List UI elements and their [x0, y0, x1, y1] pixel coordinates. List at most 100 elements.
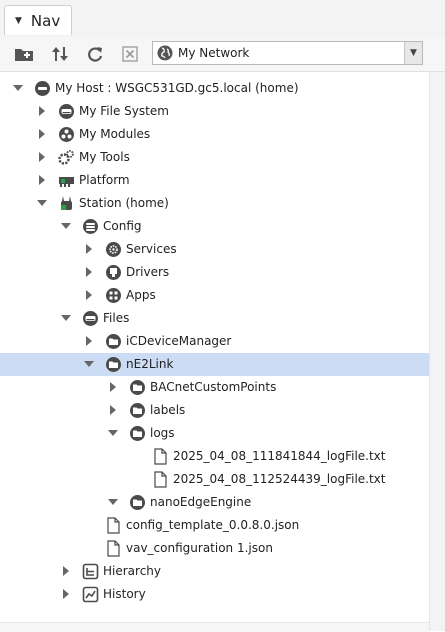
tree-node-labels[interactable]: labels: [0, 399, 429, 422]
tree-node-label: Drivers: [126, 265, 170, 279]
tree-node-label: config_template_0.0.8.0.json: [126, 518, 300, 532]
expand-toggle-collapsed-icon[interactable]: [108, 382, 118, 392]
tree-node-vav-configuration-1-json[interactable]: vav_configuration 1.json: [0, 537, 429, 560]
tree-node-label: Apps: [126, 288, 156, 302]
tree-node-label: My File System: [79, 104, 169, 118]
drive-icon: [58, 103, 75, 120]
chevron-down-icon[interactable]: ▼: [404, 42, 422, 64]
drivers-icon: [105, 264, 122, 281]
tree-node-label: History: [103, 587, 146, 601]
title-bar: ▼ Nav: [0, 0, 445, 38]
tree-node-label: nanoEdgeEngine: [150, 495, 252, 509]
expand-toggle-collapsed-icon[interactable]: [37, 175, 47, 185]
tree-node-drivers[interactable]: Drivers: [0, 261, 429, 284]
tree-node-bacnetcustompoints[interactable]: BACnetCustomPoints: [0, 376, 429, 399]
vertical-scrollbar[interactable]: [429, 72, 445, 631]
globe-icon: [156, 44, 174, 62]
expand-toggle-collapsed-icon[interactable]: [108, 405, 118, 415]
file-icon: [152, 471, 169, 488]
tree-node-config-template-0-0-8-0-json[interactable]: config_template_0.0.8.0.json: [0, 514, 429, 537]
folder-icon: [129, 402, 146, 419]
nav-tree: My Host : WSGC531GD.gc5.local (home) My F…: [0, 77, 429, 622]
tree-node-files[interactable]: Files: [0, 307, 429, 330]
expand-toggle-collapsed-icon[interactable]: [84, 336, 94, 346]
tree-node-label: 2025_04_08_111841844_logFile.txt: [173, 449, 386, 463]
expand-toggle-collapsed-icon[interactable]: [61, 566, 71, 576]
file-icon: [105, 540, 122, 557]
folder-icon: [129, 379, 146, 396]
expand-toggle-expanded-icon[interactable]: [61, 313, 71, 323]
tree-node-logs[interactable]: logs: [0, 422, 429, 445]
tree-node-2025-04-08-111841844-logfile-txt[interactable]: 2025_04_08_111841844_logFile.txt: [0, 445, 429, 468]
tree-node-label: Station (home): [79, 196, 169, 210]
tree-node-label: vav_configuration 1.json: [126, 541, 273, 555]
tree-node-platform[interactable]: Platform: [0, 169, 429, 192]
expand-toggle-expanded-icon[interactable]: [13, 83, 23, 93]
tree-node-label: BACnetCustomPoints: [150, 380, 277, 394]
tree-node-my-tools[interactable]: My Tools: [0, 146, 429, 169]
history-icon: [82, 586, 99, 603]
tree-node-station-home[interactable]: Station (home): [0, 192, 429, 215]
database-icon: [82, 218, 99, 235]
hierarchy-icon: [82, 563, 99, 580]
expand-toggle-expanded-icon[interactable]: [108, 428, 118, 438]
tree-node-label: My Tools: [79, 150, 130, 164]
tree-node-nanoedgeengine[interactable]: nanoEdgeEngine: [0, 491, 429, 514]
tree-node-apps[interactable]: Apps: [0, 284, 429, 307]
tab-label: Nav: [30, 11, 61, 30]
folder-icon: [105, 333, 122, 350]
modules-icon: [58, 126, 75, 143]
expand-toggle-collapsed-icon[interactable]: [37, 106, 47, 116]
tree-node-label: My Modules: [79, 127, 151, 141]
tree-node-label: 2025_04_08_112524439_logFile.txt: [173, 472, 386, 486]
tree-node-label: Files: [103, 311, 130, 325]
expand-toggle-expanded-icon[interactable]: [61, 221, 71, 231]
expand-toggle-collapsed-icon[interactable]: [84, 267, 94, 277]
tree-node-history[interactable]: History: [0, 583, 429, 606]
close-icon[interactable]: [119, 43, 141, 65]
tree-node-icdevicemanager[interactable]: iCDeviceManager: [0, 330, 429, 353]
tree-node-config[interactable]: Config: [0, 215, 429, 238]
apps-icon: [105, 287, 122, 304]
dropdown-caret-icon[interactable]: ▼: [15, 16, 22, 26]
expand-toggle-collapsed-icon[interactable]: [37, 152, 47, 162]
tree-node-label: Services: [126, 242, 177, 256]
tree-node-2025-04-08-112524439-logfile-txt[interactable]: 2025_04_08_112524439_logFile.txt: [0, 468, 429, 491]
folder-icon: [105, 356, 122, 373]
tab-nav[interactable]: ▼ Nav: [4, 5, 72, 35]
tree-node-label: logs: [150, 426, 175, 440]
expand-toggle-collapsed-icon[interactable]: [84, 244, 94, 254]
tools-icon: [58, 149, 75, 166]
folder-icon: [129, 494, 146, 511]
file-icon: [105, 517, 122, 534]
expand-toggle-collapsed-icon[interactable]: [61, 589, 71, 599]
tree-node-my-modules[interactable]: My Modules: [0, 123, 429, 146]
tree-node-label: labels: [150, 403, 186, 417]
expand-toggle-collapsed-icon[interactable]: [37, 129, 47, 139]
tree-node-label: nE2Link: [126, 357, 174, 371]
station-icon: [58, 195, 75, 212]
services-icon: [105, 241, 122, 258]
host-icon: [34, 80, 51, 97]
tree-node-label: iCDeviceManager: [126, 334, 232, 348]
tree-node-hierarchy[interactable]: Hierarchy: [0, 560, 429, 583]
expand-toggle-expanded-icon[interactable]: [37, 198, 47, 208]
expand-toggle-expanded-icon[interactable]: [84, 359, 94, 369]
expand-toggle-expanded-icon[interactable]: [108, 497, 118, 507]
expand-toggle-collapsed-icon[interactable]: [84, 290, 94, 300]
tree-node-label: Platform: [79, 173, 130, 187]
sort-icon[interactable]: [49, 43, 71, 65]
tree-node-label: Config: [103, 219, 142, 233]
tree-node-label: Hierarchy: [103, 564, 162, 578]
new-folder-icon[interactable]: [13, 43, 35, 65]
network-select[interactable]: My Network ▼: [152, 41, 423, 65]
tree-node-label: My Host : WSGC531GD.gc5.local (home): [55, 81, 299, 95]
network-select-value: My Network: [178, 46, 250, 60]
tree-node-ne2link[interactable]: nE2Link: [0, 353, 429, 376]
toolbar: My Network ▼: [0, 37, 445, 72]
tree-node-my-host-wsgc531gd-gc5-local-home[interactable]: My Host : WSGC531GD.gc5.local (home): [0, 77, 429, 100]
tree-node-my-file-system[interactable]: My File System: [0, 100, 429, 123]
tree-node-services[interactable]: Services: [0, 238, 429, 261]
refresh-icon[interactable]: [84, 43, 106, 65]
platform-icon: [58, 172, 75, 189]
